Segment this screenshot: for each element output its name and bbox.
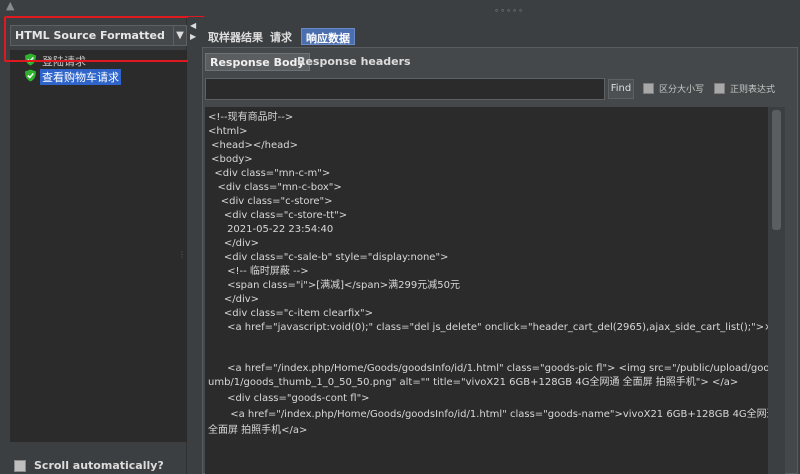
code-line: <a href="javascript:void(0);" class="del… bbox=[208, 322, 768, 333]
tree-item-label: 查看购物车请求 bbox=[40, 69, 121, 85]
scroll-automatically-checkbox[interactable] bbox=[14, 460, 26, 472]
splitter-grip-icon[interactable]: ∘∘∘∘∘ bbox=[494, 6, 524, 15]
code-line: 全面屏 拍照手机</a> bbox=[208, 425, 308, 436]
code-line: <!--现有商品时--> bbox=[208, 112, 294, 123]
collapse-icon[interactable]: ▲ bbox=[6, 0, 14, 11]
code-line: </div> bbox=[208, 238, 260, 249]
code-line: <head></head> bbox=[208, 140, 298, 151]
shield-check-icon bbox=[25, 69, 36, 82]
top-toolbar: ▲ ∘∘∘∘∘ bbox=[0, 0, 800, 17]
find-button[interactable]: Find bbox=[608, 79, 634, 99]
panel-splitter[interactable]: ◀ ▶ ⋮ bbox=[178, 17, 200, 474]
vertical-scrollbar[interactable] bbox=[768, 107, 785, 474]
case-sensitive-checkbox[interactable] bbox=[643, 83, 654, 94]
code-line: <!-- 临时屏蔽 --> bbox=[208, 266, 309, 277]
code-line: 2021-05-22 23:54:40 bbox=[208, 224, 334, 235]
sampler-results-tree: 登陆请求 查看购物车请求 bbox=[10, 50, 187, 442]
code-line: <div class="c-sale-b" style="display:non… bbox=[208, 252, 449, 263]
results-tree-panel: HTML Source Formatted ▼ 登陆请求 查看购物车请求 Scr… bbox=[0, 17, 187, 474]
code-line: <div class="mn-c-m"> bbox=[208, 168, 331, 179]
search-input[interactable] bbox=[205, 78, 605, 100]
code-line: <span class="i">[满减]</span>满299元减50元 bbox=[208, 280, 460, 291]
case-sensitive-label: 区分大小写 bbox=[659, 85, 705, 95]
code-line: <div class="c-item clearfix"> bbox=[208, 308, 374, 319]
regex-label: 正则表达式 bbox=[730, 85, 776, 95]
scrollbar-thumb[interactable] bbox=[772, 110, 781, 230]
tab-request[interactable]: 请求 bbox=[266, 28, 296, 45]
code-line: <a href="/index.php/Home/Goods/goodsInfo… bbox=[208, 363, 768, 374]
collapse-left-icon[interactable]: ◀ bbox=[190, 21, 196, 30]
tab-sampler-result[interactable]: 取样器结果 bbox=[204, 28, 267, 45]
tree-item-view-cart-request[interactable]: 查看购物车请求 bbox=[10, 68, 187, 85]
code-line: <a href="/index.php/Home/Goods/goodsInfo… bbox=[208, 409, 768, 420]
scroll-automatically-label: Scroll automatically? bbox=[34, 459, 164, 472]
tab-response-data[interactable]: 响应数据 bbox=[301, 28, 355, 45]
highlight-annotation bbox=[4, 16, 205, 62]
response-panel: 取样器结果 请求 响应数据 Response Body Response hea… bbox=[200, 17, 800, 474]
code-line: umb/1/goods_thumb_1_0_50_50.png" alt="" … bbox=[208, 377, 739, 388]
code-line: <html> bbox=[208, 126, 248, 137]
regex-checkbox[interactable] bbox=[714, 83, 725, 94]
response-body-text[interactable]: <!--现有商品时--> <html> <head></head> <body>… bbox=[205, 107, 768, 474]
code-line: <div class="goods-cont fl"> bbox=[208, 393, 370, 404]
code-line: <div class="mn-c-box"> bbox=[208, 182, 342, 193]
splitter-grip-icon[interactable]: ⋮ bbox=[178, 250, 186, 259]
tab-response-headers[interactable]: Response headers bbox=[293, 53, 415, 71]
code-line: </div> bbox=[208, 294, 260, 305]
response-data-panel: Response Body Response headers Find 区分大小… bbox=[202, 47, 798, 474]
code-line: <div class="c-store"> bbox=[208, 196, 333, 207]
code-line: <body> bbox=[208, 154, 253, 165]
expand-right-icon[interactable]: ▶ bbox=[190, 32, 196, 41]
code-line: <div class="c-store-tt"> bbox=[208, 210, 348, 221]
